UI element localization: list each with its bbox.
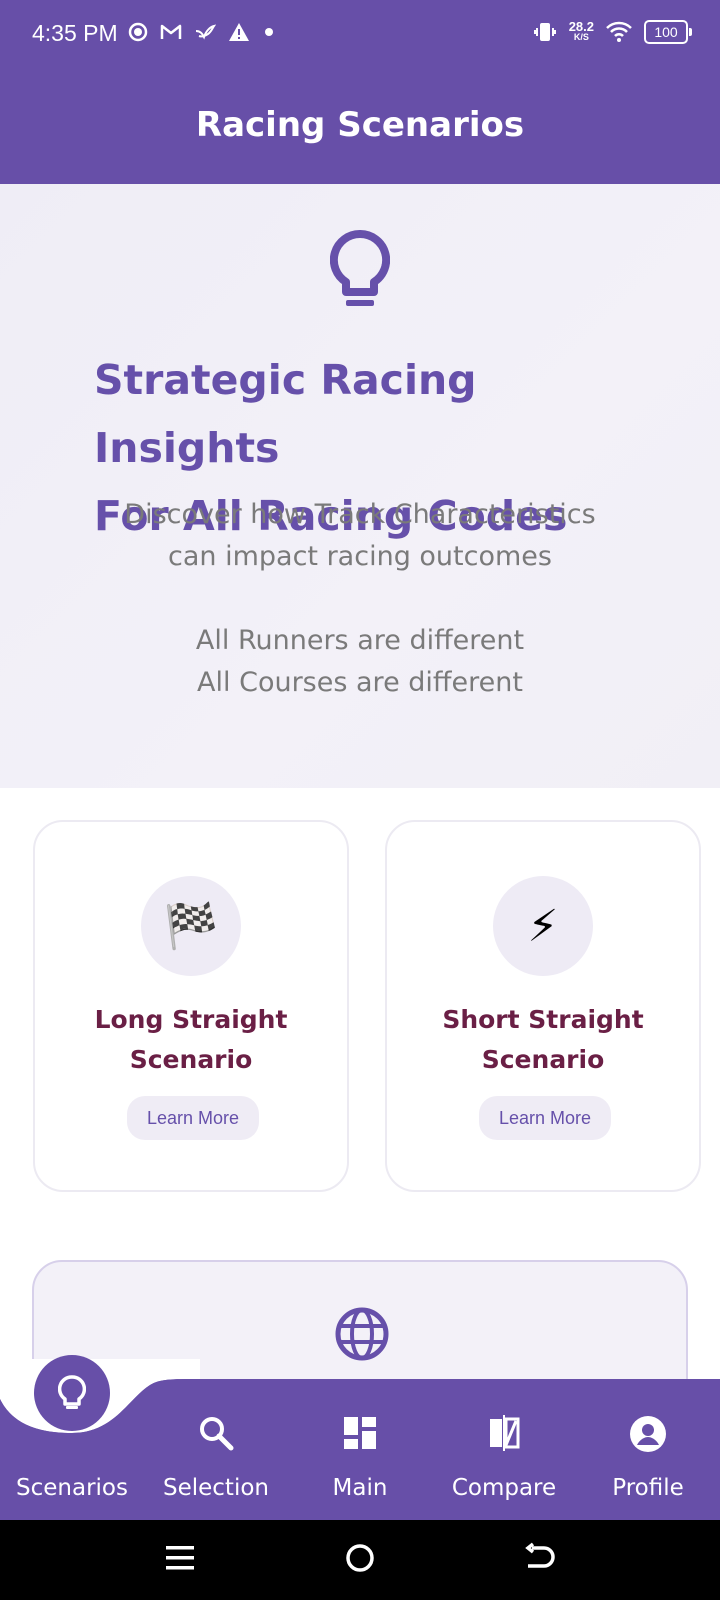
card-title-line: Short Straight [442,1005,644,1034]
system-nav-bar [0,1520,720,1600]
nav-label: Profile [612,1475,684,1501]
scenario-card-long-straight[interactable]: 🏁 Long Straight Scenario Learn More [33,820,349,1192]
nav-item-selection[interactable]: Selection [144,1379,288,1520]
learn-more-button[interactable]: Learn More [127,1096,259,1140]
card-title: Short Straight Scenario [387,1000,699,1080]
nav-label: Selection [163,1475,269,1501]
account-circle-icon [630,1416,666,1452]
app-bar: Racing Scenarios [0,72,720,184]
nav-item-scenarios[interactable]: Scenarios [0,1379,144,1520]
hero-title-line: Strategic Racing Insights [94,356,477,472]
hero-note: All Runners are different All Courses ar… [0,620,720,704]
net-speed: 28.2 K/S [568,19,594,43]
checkered-flag-icon: 🏁 [141,876,241,976]
bird-icon [195,24,216,40]
globe-icon [335,1307,389,1361]
bottom-nav: Scenarios Selection Main Compare Profile [0,1355,720,1520]
lightbulb-icon [330,230,390,306]
page-title: Racing Scenarios [195,105,525,145]
hero-section: Strategic Racing Insights For All Racing… [0,184,720,788]
hero-subtitle-line: Discover how Track Characteristics [124,499,596,530]
lightning-icon: ⚡ [493,876,593,976]
card-title-line: Scenario [129,1045,253,1074]
dashboard-icon [344,1417,376,1449]
hero-subtitle-line: can impact racing outcomes [168,541,552,572]
net-speed-value: 28.2 [568,19,594,34]
vibrate-icon [533,23,556,41]
battery-icon: 100 [644,20,692,44]
nav-label: Scenarios [16,1475,128,1501]
status-bar: 4:35 PM 28.2 K/S 100 [0,0,720,72]
status-time: 4:35 PM [32,20,118,46]
gmail-icon [160,24,182,39]
scenario-card-short-straight[interactable]: ⚡ Short Straight Scenario Learn More [385,820,701,1192]
hero-subtitle: Discover how Track Characteristics can i… [0,494,720,578]
hero-note-line: All Courses are different [197,667,523,698]
card-title-line: Scenario [481,1045,605,1074]
back-icon[interactable] [524,1542,556,1574]
battery-level: 100 [654,24,678,40]
status-icons-right: 28.2 K/S 100 [533,19,692,44]
sync-icon [128,22,148,42]
nav-item-profile[interactable]: Profile [576,1379,720,1520]
wifi-icon [606,21,632,42]
warning-icon [229,23,249,41]
status-icons-left [128,22,276,42]
dot-icon [265,28,273,36]
search-icon [200,1417,234,1451]
hero-note-line: All Runners are different [195,625,525,656]
nav-label: Main [332,1475,388,1501]
learn-more-button[interactable]: Learn More [479,1096,611,1140]
nav-item-compare[interactable]: Compare [432,1379,576,1520]
compare-icon [490,1415,520,1451]
nav-item-main[interactable]: Main [288,1379,432,1520]
home-icon[interactable] [345,1542,375,1574]
card-title-line: Long Straight [94,1005,288,1034]
nav-label: Compare [451,1475,557,1501]
menu-icon[interactable] [166,1542,194,1574]
card-title: Long Straight Scenario [35,1000,347,1080]
